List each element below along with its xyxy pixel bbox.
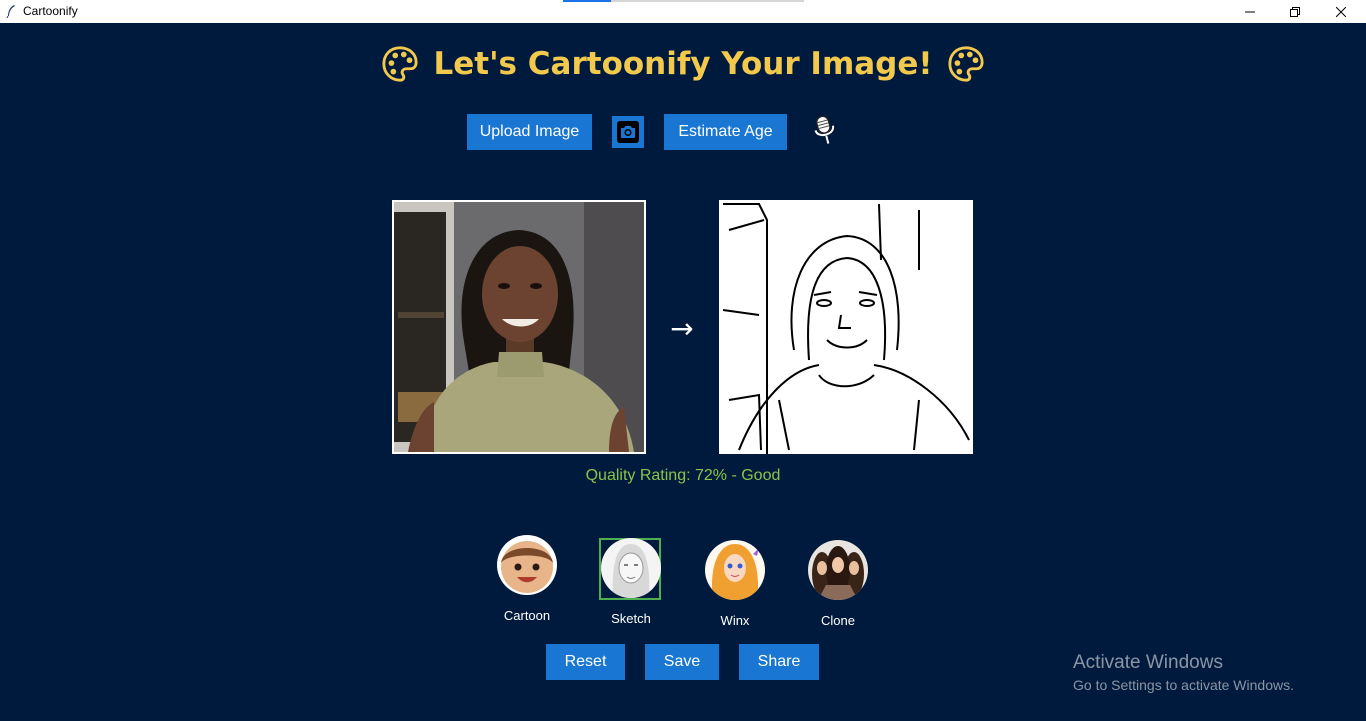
style-option-sketch[interactable]: Sketch xyxy=(596,538,666,633)
watermark-subtitle: Go to Settings to activate Windows. xyxy=(1073,677,1294,693)
camera-icon xyxy=(617,121,639,143)
original-image xyxy=(392,200,646,454)
close-icon xyxy=(1336,6,1346,17)
feather-icon xyxy=(6,5,15,18)
window-title: Cartoonify xyxy=(23,4,78,18)
clone-avatar xyxy=(808,540,868,600)
style-label: Sketch xyxy=(611,611,651,626)
style-option-clone[interactable]: Clone xyxy=(803,540,873,635)
style-label: Winx xyxy=(720,613,750,628)
style-label: Cartoon xyxy=(503,608,551,623)
cartoonified-image xyxy=(719,200,973,454)
palette-icon xyxy=(382,46,419,82)
sketch-result xyxy=(719,200,973,454)
activation-watermark: Activate Windows Go to Settings to activ… xyxy=(1073,652,1294,693)
minimize-icon xyxy=(1245,11,1255,12)
sketch-avatar xyxy=(601,538,661,598)
camera-button[interactable] xyxy=(612,116,644,148)
estimate-age-button[interactable]: Estimate Age xyxy=(664,114,787,150)
page-title: Let's Cartoonify Your Image! xyxy=(433,46,933,82)
original-photo xyxy=(394,202,644,452)
restore-button[interactable] xyxy=(1272,0,1318,23)
save-button[interactable]: Save xyxy=(645,644,719,680)
microphone-icon[interactable] xyxy=(810,113,840,149)
transform-arrow: → xyxy=(670,312,694,345)
winx-avatar xyxy=(705,540,765,600)
tab-track xyxy=(611,0,804,2)
share-button[interactable]: Share xyxy=(739,644,819,680)
page-heading: Let's Cartoonify Your Image! xyxy=(0,44,1366,84)
style-option-cartoon[interactable]: Cartoon xyxy=(492,535,562,630)
reset-button[interactable]: Reset xyxy=(546,644,625,680)
close-button[interactable] xyxy=(1318,0,1364,23)
minimize-button[interactable] xyxy=(1227,0,1273,23)
quality-rating: Quality Rating: 72% - Good xyxy=(585,467,781,484)
tab-indicator xyxy=(563,0,611,2)
cartoon-avatar xyxy=(497,535,557,595)
style-label: Clone xyxy=(821,613,855,628)
upload-image-button[interactable]: Upload Image xyxy=(467,114,592,150)
restore-icon xyxy=(1290,6,1300,17)
palette-icon xyxy=(947,46,984,82)
style-option-winx[interactable]: Winx xyxy=(700,540,770,635)
watermark-title: Activate Windows xyxy=(1073,652,1223,673)
title-bar: Cartoonify xyxy=(0,0,1366,23)
